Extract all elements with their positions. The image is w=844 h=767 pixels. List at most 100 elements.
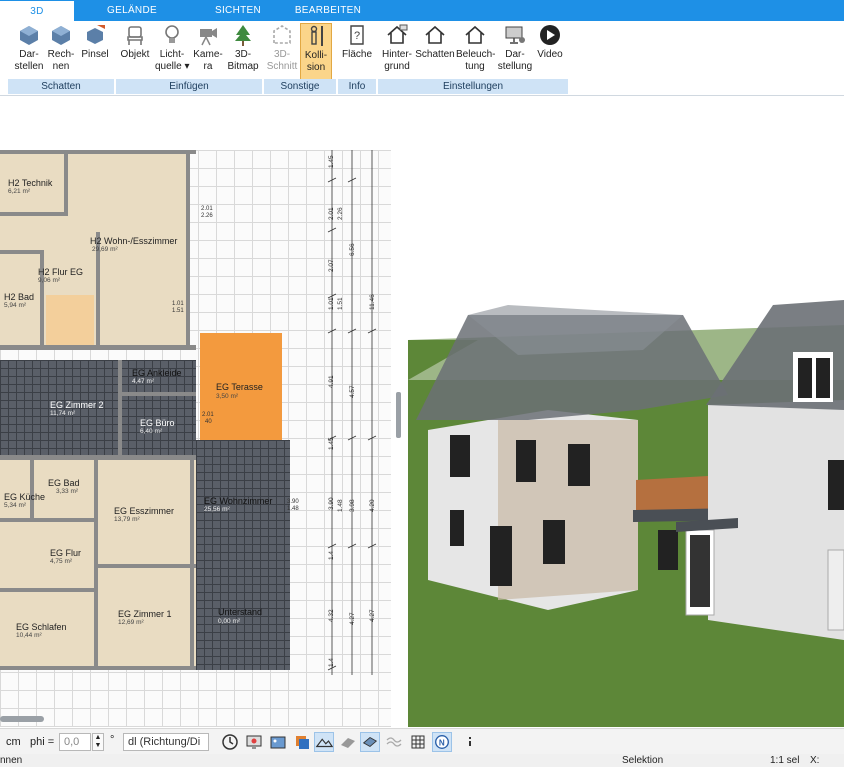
- flaeche-button[interactable]: ? Fläche: [340, 23, 374, 81]
- objekt-label: Objekt: [120, 49, 150, 60]
- house-shadow-icon: [425, 25, 445, 44]
- plan-horizontal-scrollbar[interactable]: [0, 716, 44, 722]
- dim-vertical: 4.20: [369, 499, 376, 512]
- tab-sichten[interactable]: SICHTEN: [198, 0, 278, 21]
- tab-3d[interactable]: 3D: [0, 1, 74, 21]
- dim-vertical: 2.07: [328, 259, 335, 272]
- 3d-schnitt-button[interactable]: 3D- Schnitt: [266, 23, 298, 81]
- dim-vertical: 1.45: [328, 155, 335, 168]
- dim-vertical: 3.98: [349, 499, 356, 512]
- bitmap-label: 3D- Bitmap: [227, 49, 259, 72]
- wall: [0, 150, 196, 154]
- schatten-button[interactable]: Schatten: [415, 23, 455, 81]
- dim-vertical: 1.4: [328, 657, 335, 667]
- chair-icon: [127, 26, 143, 45]
- photo-icon[interactable]: [268, 732, 288, 752]
- dim-label: 1.01: [172, 301, 184, 307]
- group-einstellungen: Einstellungen: [378, 79, 568, 94]
- wall: [98, 564, 196, 568]
- wall: [0, 588, 94, 592]
- person-collision-icon: [310, 25, 323, 46]
- room-area-eg-buero: 6,40 m²: [140, 428, 163, 435]
- tab-gelaende[interactable]: GELÄNDE: [92, 0, 172, 21]
- wave-icon[interactable]: [384, 732, 404, 752]
- unit-label: cm: [6, 736, 21, 748]
- room-label-eg-wohnzimmer: EG Wohnzimmer: [204, 496, 273, 506]
- monitor-icon: [505, 26, 525, 44]
- dim-label: 2.01: [202, 412, 214, 418]
- grid-icon[interactable]: [408, 732, 428, 752]
- cube-display-icon: [20, 26, 38, 45]
- objekt-button[interactable]: Objekt: [118, 23, 152, 81]
- room-label-h2-bad: H2 Bad: [4, 292, 35, 302]
- kamera-button[interactable]: Kame- ra: [193, 23, 223, 81]
- kollision-button[interactable]: Kolli- sion: [300, 23, 332, 81]
- room-label-unterstand: Unterstand: [218, 607, 263, 617]
- schatten-label: Schatten: [415, 49, 455, 60]
- room-label-eg-esszimmer: EG Esszimmer: [114, 506, 175, 516]
- more-vertical-icon[interactable]: [460, 732, 480, 752]
- hatch-icon[interactable]: [338, 732, 358, 752]
- rechnen-button[interactable]: Rech- nen: [46, 23, 76, 81]
- tab-bearbeiten[interactable]: BEARBEITEN: [290, 0, 366, 21]
- room-label-eg-schlafen: EG Schlafen: [16, 622, 67, 632]
- wall: [0, 250, 44, 254]
- dim-vertical: 4.91: [328, 375, 335, 388]
- room-label-eg-flur: EG Flur: [50, 548, 82, 558]
- phi-label: phi =: [30, 736, 55, 748]
- view-splitter-handle[interactable]: [396, 392, 401, 438]
- room-area-eg-kueche: 5,34 m²: [4, 502, 27, 509]
- status-x: X:: [810, 755, 820, 766]
- room-label-h2-flur: H2 Flur EG: [38, 267, 84, 277]
- video-button[interactable]: Video: [536, 23, 564, 81]
- screen-sun-icon[interactable]: [244, 732, 264, 752]
- tree-icon: [235, 25, 251, 46]
- dim-vertical: 4.27: [349, 612, 356, 625]
- wall: [186, 150, 190, 350]
- room-area-h2-wohn: 29,69 m²: [92, 246, 118, 253]
- darstellung-button[interactable]: Dar- stellung: [497, 23, 533, 81]
- plan-flur-tiles: [46, 295, 94, 345]
- group-sonstige: Sonstige: [264, 79, 336, 94]
- dim-label: 1.51: [172, 308, 184, 314]
- phi-spinner[interactable]: ▲ ▼: [92, 733, 104, 751]
- layers-icon[interactable]: [292, 732, 312, 752]
- degree-label: °: [110, 734, 115, 746]
- 3d-view[interactable]: [408, 150, 844, 727]
- north-icon[interactable]: N: [432, 732, 452, 752]
- dim-vertical: 1.45: [328, 437, 335, 450]
- room-area-eg-ankleide: 4,47 m²: [132, 378, 155, 385]
- direction-select[interactable]: dl (Richtung/Di: [123, 733, 209, 751]
- dim-vertical: 4.57: [349, 385, 356, 398]
- house-light-icon: [465, 25, 485, 44]
- terrain-icon[interactable]: [314, 732, 334, 752]
- kamera-label: Kame- ra: [193, 49, 223, 72]
- pinsel-button[interactable]: Pinsel: [80, 23, 110, 81]
- room-area-eg-flur: 4,75 m²: [50, 558, 73, 565]
- dim-vertical: 6.56: [349, 243, 356, 256]
- floor-plan-2d[interactable]: H2 Technik 6,21 m² H2 Wohn-/Esszimmer 29…: [0, 150, 391, 727]
- surface-icon[interactable]: [360, 732, 380, 752]
- 3d-house-render: [408, 150, 844, 727]
- dim-vertical: 2.01: [328, 207, 335, 220]
- video-label: Video: [537, 49, 563, 60]
- beleuchtung-button[interactable]: Beleuch- tung: [456, 23, 495, 81]
- phi-input[interactable]: 0,0: [59, 733, 91, 751]
- clock-icon[interactable]: [220, 732, 240, 752]
- lightbulb-icon: [165, 25, 179, 43]
- app-window: 3D GELÄNDE SICHTEN BEARBEITEN Dar- stell…: [0, 0, 844, 767]
- hintergrund-button[interactable]: Hinter- grund: [380, 23, 414, 81]
- dim-vertical: 1.51: [337, 297, 344, 310]
- plan-eg-wohnzimmer-tiles: [196, 440, 290, 670]
- rechnen-label: Rech- nen: [47, 49, 75, 72]
- svg-text:N: N: [439, 739, 445, 748]
- status-mode: Selektion: [622, 755, 664, 766]
- ribbon: Dar- stellen Rech- nen Pinsel Schatten O…: [0, 21, 844, 96]
- lichtquelle-button[interactable]: Licht- quelle ▾: [155, 23, 190, 81]
- bitmap-button[interactable]: 3D- Bitmap: [226, 23, 260, 81]
- room-label-h2-technik: H2 Technik: [8, 178, 53, 188]
- darstellen-button[interactable]: Dar- stellen: [14, 23, 44, 81]
- house-background-icon: [387, 24, 408, 44]
- play-icon: [540, 25, 560, 45]
- room-label-eg-ankleide: EG Ankleide: [132, 368, 182, 378]
